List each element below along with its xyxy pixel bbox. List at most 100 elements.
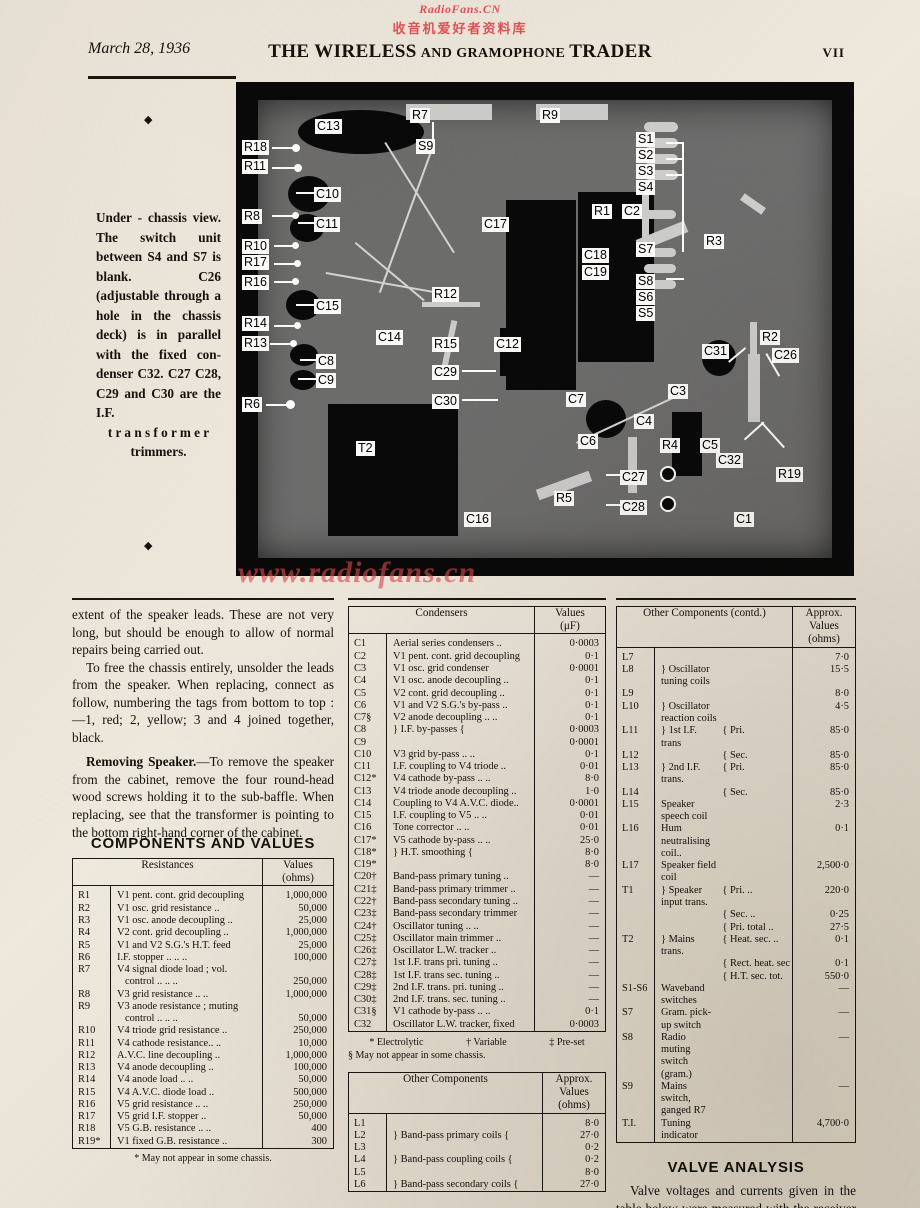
contd-value: 2,500·0: [792, 860, 856, 885]
condenser-desc: I.F. coupling to V5 .. ..: [386, 810, 535, 823]
condenser-desc: V2 cont. grid decoupling ..: [386, 687, 535, 700]
middle-column: Condensers Values (μF) C1 Aerial series c…: [348, 606, 606, 1193]
resistance-ref: R18: [78, 1123, 96, 1135]
resistance-ref: R5: [78, 939, 91, 951]
table-row: L10} Oscillator reaction coils 4·5: [617, 700, 856, 726]
photo-label-c1: C1: [734, 512, 754, 527]
title-part-1: THE WIRELESS: [268, 41, 417, 62]
other-contd-table-head: Other Components (contd.) Approx. Values…: [616, 606, 856, 648]
table-row: C6 V1 and V2 S.G.'s by-pass .. 0·1: [349, 699, 606, 713]
photo-label-s2: S2: [636, 148, 656, 163]
photo-label-c6: C6: [578, 434, 598, 449]
other-component-desc: [386, 1166, 543, 1179]
photo-label-c10: C10: [314, 187, 341, 202]
watermark-line-2: 收音机爱好者资料库: [392, 21, 528, 36]
condenser-ref: C20†: [354, 871, 377, 883]
resistance-value: 400: [262, 1123, 334, 1136]
table-row: C18*} H.T. smoothing {8·0: [349, 846, 606, 860]
other-contd-col-line2: Values: [809, 620, 839, 633]
table-row: C4 V1 osc. anode decoupling .. 0·1: [349, 675, 606, 688]
photo-caption: Under - chassis view. The switch unit be…: [96, 208, 221, 462]
table-row: L1 8·0: [349, 1117, 606, 1130]
other-col-line1: Approx.: [555, 1072, 593, 1085]
condenser-desc: Aerial series condensers ..: [386, 638, 535, 651]
photo-label-c19: C19: [582, 265, 609, 280]
contd-ref: S9: [622, 1080, 633, 1092]
photo-label-c12: C12: [494, 337, 521, 352]
table-row: L6} Band-pass secondary coils {27·0: [349, 1178, 606, 1192]
photo-label-s6: S6: [636, 290, 656, 305]
contd-value: 85·0: [792, 725, 856, 750]
condenser-desc: I.F. coupling to V4 triode ..: [386, 761, 535, 774]
condenser-desc: V4 cathode by-pass .. ..: [386, 773, 535, 786]
condenser-desc: Oscillator main trimmer ..: [386, 932, 535, 946]
table-row: C32 Oscillator L.W. tracker, fixed 0·0003: [349, 1018, 606, 1032]
condenser-desc: 1st I.F. trans pri. tuning ..: [386, 957, 535, 970]
photo-label-c8: C8: [316, 354, 336, 369]
leader-s8: [666, 278, 684, 280]
resistance-ref: R17: [78, 1111, 96, 1123]
resistance-value: 100,000: [262, 951, 334, 965]
condenser-ref: C10: [354, 748, 372, 760]
leader-c15: [296, 304, 314, 306]
component-r4-strip: [628, 437, 637, 493]
photo-label-r7: R7: [410, 108, 430, 123]
component-c4-body: [586, 400, 626, 438]
contd-desc: [654, 651, 720, 664]
table-row: C13 V4 triode anode decoupling .. 1·0: [349, 785, 606, 798]
table-row: R12 A.V.C. line decoupling .. 1,000,000: [73, 1049, 334, 1063]
contd-sub: [719, 652, 792, 664]
other-component-value: 8·0: [542, 1166, 606, 1179]
resistances-col-values: Values (ohms): [262, 858, 334, 887]
contd-value: 7·0: [792, 651, 856, 664]
resistance-ref: R10: [78, 1025, 96, 1037]
table-row: S9 Mains switch, ganged R7 —: [617, 1080, 856, 1118]
table-row: R15 V4 A.V.C. diode load .. 500,000: [73, 1086, 334, 1099]
resistance-value: 300: [262, 1135, 334, 1149]
condensers-table-body: C1 Aerial series condensers .. 0·0003 C2 V1 …: [349, 633, 606, 1032]
resistance-value: 10,000: [262, 1037, 334, 1050]
condenser-ref: C2: [354, 650, 367, 662]
contd-sub: { Pri.: [722, 725, 745, 737]
condenser-ref: C15: [354, 810, 372, 822]
table-row: R2 V1 osc. grid resistance .. 50,000: [73, 902, 334, 915]
condenser-desc: Oscillator L.W. tracker, fixed: [386, 1018, 535, 1032]
other-component-ref: L1: [354, 1117, 366, 1129]
contd-value: 85·0: [792, 749, 856, 763]
paragraph-free-chassis: To free the chassis entirely, unsolder t…: [72, 659, 334, 745]
condenser-ref: C14: [354, 797, 372, 809]
contd-desc: [654, 909, 720, 922]
photo-label-r19: R19: [776, 467, 803, 482]
other-components-col-desc: Other Components: [348, 1072, 543, 1114]
photo-label-c27: C27: [620, 470, 647, 485]
contd-ref: L11: [622, 725, 639, 737]
contd-ref: L17: [622, 860, 639, 872]
photo-label-r18: R18: [242, 140, 269, 155]
photo-label-c4: C4: [634, 414, 654, 429]
other-component-desc: } Band-pass primary coils {: [386, 1129, 543, 1143]
condenser-desc: Band-pass primary trimmer ..: [386, 883, 535, 897]
table-row: C2 V1 pent. cont. grid decoupling 0·1: [349, 650, 606, 663]
contd-sub: [719, 664, 792, 689]
other-components-contd-table: Other Components (contd.) Approx. Values…: [616, 606, 856, 1144]
leader-r17: [274, 263, 296, 265]
table-row: L13} 2nd I.F. trans.{ Pri. 85·0: [617, 762, 856, 787]
table-row: S7 Gram. pick-up switch —: [617, 1007, 856, 1032]
title-part-2: AND GRAMOPHONE: [420, 46, 566, 61]
resistance-desc: V5 grid resistance .. ..: [110, 1098, 263, 1112]
table-row: C20† Band-pass primary tuning .. —: [349, 871, 606, 884]
photo-label-c3: C3: [668, 384, 688, 399]
leader-c9: [298, 378, 316, 380]
condenser-value: —: [534, 981, 606, 995]
leader-r10: [274, 245, 294, 247]
condenser-value: 0·01: [534, 822, 606, 835]
contd-desc: } Speaker input trans.: [654, 884, 720, 910]
photo-caption-text: Under - chassis view. The switch unit be…: [96, 210, 221, 421]
contd-ref: [617, 971, 655, 983]
resistance-ref: R13: [78, 1062, 96, 1074]
photo-label-r17: R17: [242, 255, 269, 270]
table-row: control .. .. .. 250,000: [73, 976, 334, 989]
table-row: R13 V4 anode decoupling .. 100,000: [73, 1062, 334, 1075]
contd-desc: } Mains trans.: [654, 933, 720, 959]
contd-sub: [719, 701, 792, 726]
